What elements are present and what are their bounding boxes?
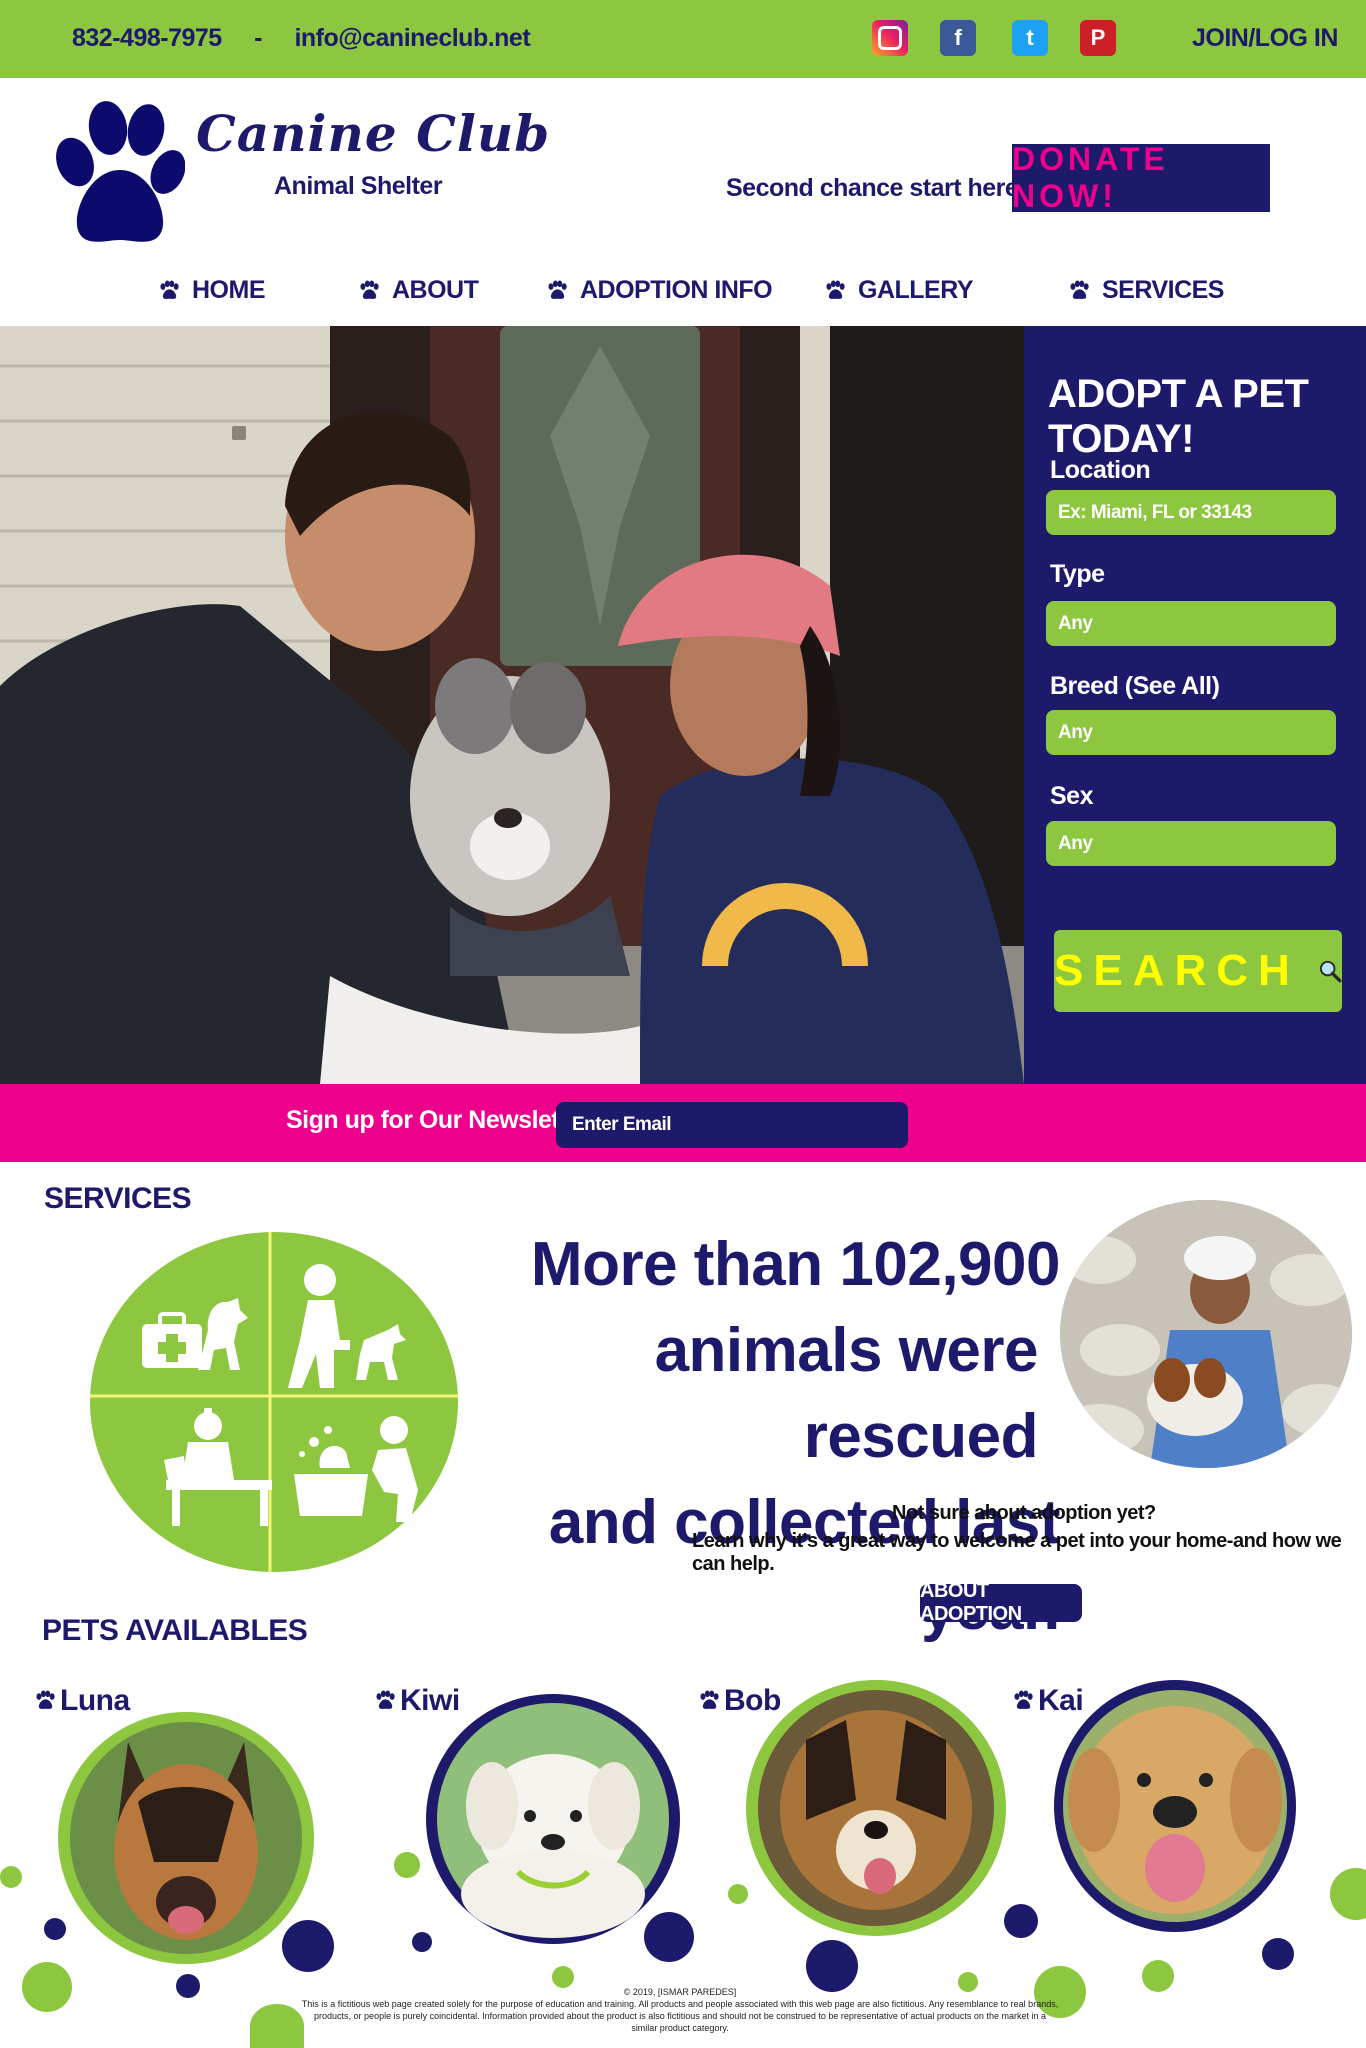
contact-separator: - [254,24,262,52]
copyright: © 2019, [ISMAR PAREDES] [623,1987,737,1997]
nav-services[interactable]: SERVICES [1068,276,1224,305]
nav-label: ADOPTION INFO [580,276,773,304]
decorative-dot [412,1932,432,1952]
location-input[interactable]: Ex: Miami, FL or 33143 [1046,490,1336,535]
decorative-dot [1330,1868,1366,1920]
decorative-dot [552,1966,574,1988]
decorative-dot [176,1974,200,1998]
instagram-icon[interactable] [872,20,908,56]
twitter-icon[interactable]: t [1012,20,1048,56]
donate-button[interactable]: DONATE NOW! [1012,141,1270,214]
newsletter-bar: Sign up for Our Newsletter Enter Email [0,1084,1366,1162]
pets-heading: PETS AVAILABLES [42,1614,308,1647]
pet-name-label: Kiwi [400,1684,460,1717]
kiwi-illustration [437,1703,669,1938]
decorative-dot [22,1962,72,2012]
newsletter-label: Sign up for Our Newsletter [286,1106,590,1134]
search-label: SEARCH [1054,946,1300,995]
tagline: Second chance start here [726,174,1019,202]
rescue-illustration [1060,1200,1352,1468]
brand-name: Canine Club [196,104,551,163]
paw-icon [1012,1690,1034,1712]
decorative-dot [394,1852,420,1878]
services-wheel-icon[interactable] [88,1230,460,1574]
join-login-link[interactable]: JOIN/LOG IN [1192,24,1338,53]
nav-about[interactable]: ABOUT [358,276,479,305]
about-adoption-button[interactable]: ABOUT ADOPTION [920,1580,1082,1625]
paw-icon [824,280,846,302]
pet-name-kiwi[interactable]: Kiwi [374,1684,460,1718]
paw-icon [698,1690,720,1712]
pet-name-bob[interactable]: Bob [698,1684,781,1718]
newsletter-email-input[interactable]: Enter Email [556,1102,908,1148]
brand-subtitle: Animal Shelter [274,172,443,200]
rescue-photo [1060,1200,1352,1468]
adoption-question: Not sure about adoption yet? [892,1502,1156,1524]
rescue-stat-line: animals were rescued [654,1316,1039,1471]
nav-adoption-info[interactable]: ADOPTION INFO [546,276,773,305]
kai-illustration [1063,1690,1287,1922]
decorative-dot [1004,1904,1038,1938]
pet-photo-kiwi[interactable] [426,1694,680,1944]
rescue-stat-line: More than 102,900 [530,1230,1061,1299]
hero-photo [0,326,1024,1084]
decorative-dot [644,1912,694,1962]
contact-info: 832-498-7975 - info@canineclub.net [72,24,531,53]
nav-label: ABOUT [392,276,479,304]
nav-label: SERVICES [1102,276,1224,304]
sex-select[interactable]: Any [1046,821,1336,866]
adopt-search-panel: ADOPT A PET TODAY! Location Ex: Miami, F… [1024,326,1366,1084]
paw-icon [158,280,180,302]
disclaimer: This is a fictitious web page created so… [301,1999,1059,2033]
nav-label: GALLERY [858,276,974,304]
breed-select[interactable]: Any [1046,710,1336,755]
paw-icon [1068,280,1090,302]
bob-illustration [758,1690,994,1926]
facebook-icon[interactable]: f [940,20,976,56]
luna-illustration [70,1722,302,1954]
footer-note: © 2019, [ISMAR PAREDES] This is a fictit… [300,1986,1060,2034]
location-label: Location [1050,456,1151,484]
decorative-dot [250,2004,304,2048]
nav-label: HOME [192,276,266,304]
paw-logo-icon[interactable] [50,100,185,248]
pinterest-icon[interactable]: P [1080,20,1116,56]
nav-gallery[interactable]: GALLERY [824,276,974,305]
pet-photo-bob[interactable] [746,1680,1006,1936]
pet-name-label: Bob [724,1684,781,1717]
decorative-dot [1262,1938,1294,1970]
services-heading: SERVICES [44,1182,192,1215]
decorative-dot [1142,1960,1174,1992]
type-select[interactable]: Any [1046,601,1336,646]
paw-icon [546,280,568,302]
nav-home[interactable]: HOME [158,276,266,305]
paw-icon [34,1690,56,1712]
hero-illustration [0,326,1024,1084]
pet-name-kai[interactable]: Kai [1012,1684,1084,1718]
decorative-dot [806,1940,858,1992]
pet-photo-kai[interactable] [1054,1680,1296,1932]
search-button[interactable]: SEARCH [1054,930,1342,1012]
decorative-dot [282,1920,334,1972]
pet-photo-luna[interactable] [58,1712,314,1964]
pet-name-label: Kai [1038,1684,1084,1717]
email-link[interactable]: info@canineclub.net [294,24,530,53]
adopt-title: ADOPT A PET TODAY! [1048,372,1309,461]
adoption-description: Learn why it's a great way to welcome a … [692,1530,1342,1575]
search-icon [1319,960,1342,983]
pet-name-label: Luna [60,1684,130,1717]
top-bar: 832-498-7975 - info@canineclub.net f t P… [0,0,1366,78]
breed-label[interactable]: Breed (See All) [1050,672,1220,701]
phone-number[interactable]: 832-498-7975 [72,24,222,53]
pet-name-luna[interactable]: Luna [34,1684,130,1718]
type-label: Type [1050,560,1105,588]
paw-icon [358,280,380,302]
paw-icon [374,1690,396,1712]
decorative-dot [0,1866,22,1888]
decorative-dot [44,1918,66,1940]
decorative-dot [728,1884,748,1904]
sex-label: Sex [1050,782,1093,810]
